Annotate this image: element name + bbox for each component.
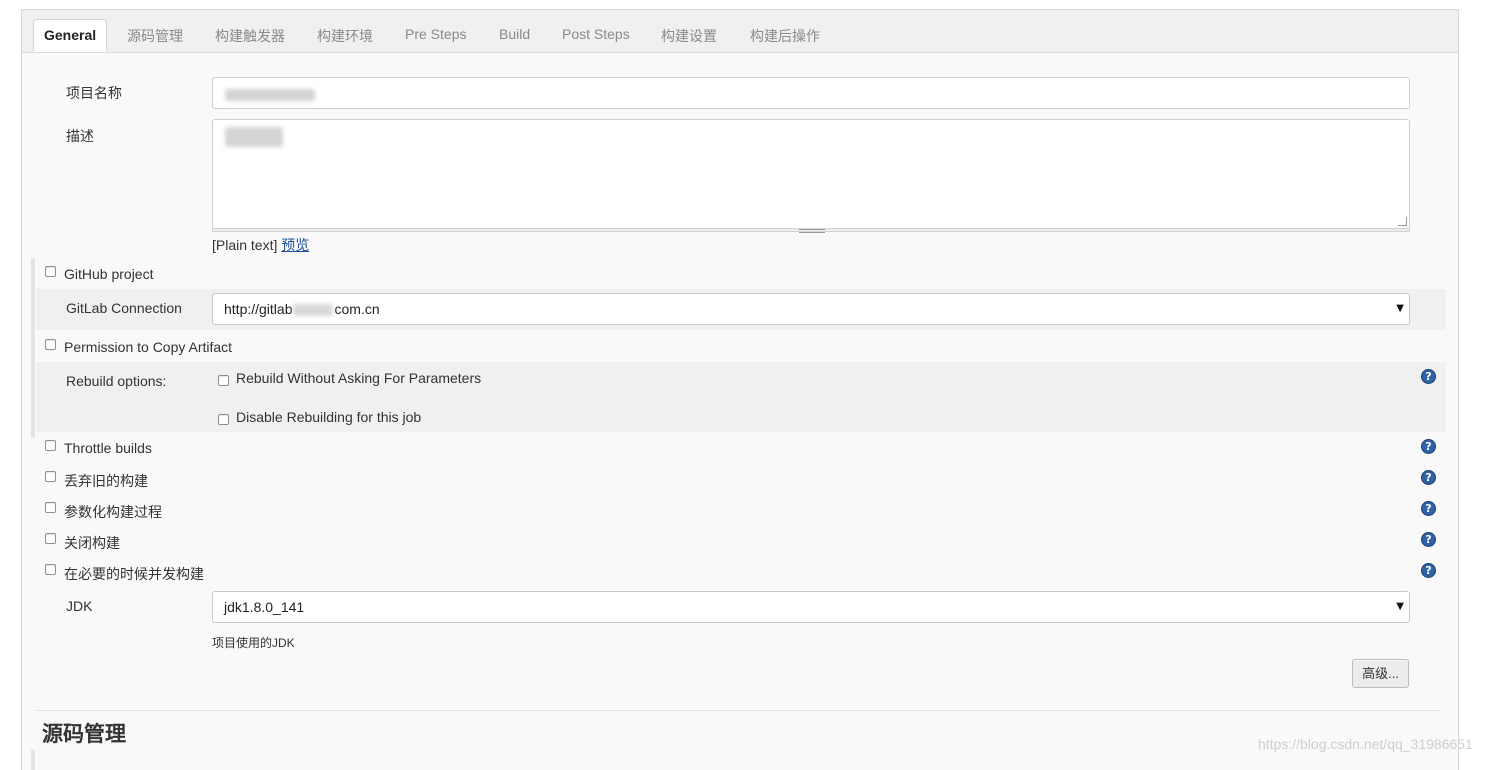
preview-link[interactable]: 预览 [281, 237, 309, 253]
description-label: 描述 [66, 128, 94, 144]
grip-icon [799, 229, 825, 233]
help-icon[interactable]: ? [1421, 563, 1436, 578]
disable-rebuilding-checkbox[interactable] [218, 414, 229, 425]
github-project-label: GitHub project [64, 266, 154, 282]
concurrent-builds-label: 在必要的时候并发构建 [64, 566, 204, 582]
discard-old-builds-checkbox[interactable] [45, 471, 56, 482]
jdk-select[interactable]: jdk1.8.0_141 ▼ [212, 591, 1410, 623]
project-name-input[interactable] [212, 77, 1410, 109]
chevron-down-icon: ▼ [1396, 601, 1404, 612]
permission-copy-artifact-checkbox[interactable] [45, 339, 56, 350]
disable-build-label: 关闭构建 [64, 535, 120, 551]
advanced-button[interactable]: 高级... [1352, 659, 1409, 688]
jdk-select-value: jdk1.8.0_141 [224, 599, 305, 615]
help-icon[interactable]: ? [1421, 470, 1436, 485]
help-icon[interactable]: ? [1421, 369, 1436, 384]
jdk-label: JDK [66, 598, 93, 614]
permission-copy-artifact-label: Permission to Copy Artifact [64, 339, 233, 355]
section-title-source-code-management: 源码管理 [42, 723, 126, 746]
gitlab-connection-value-prefix: http://gitlab [224, 301, 293, 317]
config-tab-bar: General 源码管理 构建触发器 构建环境 Pre Steps Build … [22, 10, 1458, 53]
disable-rebuilding-label: Disable Rebuilding for this job [236, 409, 422, 425]
throttle-builds-checkbox[interactable] [45, 440, 56, 451]
help-icon[interactable]: ? [1421, 532, 1436, 547]
throttle-builds-label: Throttle builds [64, 440, 152, 456]
tab-build-triggers[interactable]: 构建触发器 [215, 26, 285, 46]
help-icon[interactable]: ? [1421, 439, 1436, 454]
tab-build[interactable]: Build [499, 26, 530, 42]
section-indent-bar [31, 258, 35, 438]
disable-build-checkbox[interactable] [45, 533, 56, 544]
rebuild-options-label: Rebuild options: [66, 373, 167, 389]
project-name-label: 项目名称 [66, 85, 122, 101]
rebuild-without-asking-label: Rebuild Without Asking For Parameters [236, 370, 482, 386]
gitlab-connection-label: GitLab Connection [66, 300, 182, 316]
tab-post-build-actions[interactable]: 构建后操作 [750, 26, 820, 46]
tab-post-steps[interactable]: Post Steps [562, 26, 630, 42]
jdk-hint: 项目使用的JDK [212, 636, 295, 650]
description-textarea[interactable] [212, 119, 1410, 229]
tab-general[interactable]: General [33, 19, 108, 52]
textarea-resize-bar[interactable] [212, 228, 1410, 233]
description-format-line: [Plain text] 预览 [212, 235, 309, 255]
job-config-panel: General 源码管理 构建触发器 构建环境 Pre Steps Build … [21, 9, 1459, 770]
parameterized-build-label: 参数化构建过程 [64, 504, 162, 520]
discard-old-builds-label: 丢弃旧的构建 [64, 473, 148, 489]
redacted-text [225, 127, 283, 147]
section-divider [36, 710, 1441, 711]
tab-source-code-management[interactable]: 源码管理 [127, 26, 183, 46]
gitlab-connection-value-suffix: com.cn [334, 301, 380, 317]
tab-build-environment[interactable]: 构建环境 [317, 26, 373, 46]
section-indent-bar [31, 750, 35, 770]
redacted-text [225, 89, 315, 101]
plain-text-label: [Plain text] [212, 237, 278, 253]
gitlab-connection-select[interactable]: http://gitlab com.cn ▼ [212, 293, 1410, 325]
watermark: https://blog.csdn.net/qq_31986651 [1258, 736, 1473, 752]
concurrent-builds-checkbox[interactable] [45, 564, 56, 575]
help-icon[interactable]: ? [1421, 501, 1436, 516]
tab-build-settings[interactable]: 构建设置 [661, 26, 717, 46]
github-project-checkbox[interactable] [45, 266, 56, 277]
resize-handle-icon[interactable] [1398, 217, 1407, 226]
parameterized-build-checkbox[interactable] [45, 502, 56, 513]
rebuild-without-asking-checkbox[interactable] [218, 375, 229, 386]
tab-pre-steps[interactable]: Pre Steps [405, 26, 466, 42]
redacted-text [293, 304, 333, 316]
chevron-down-icon: ▼ [1396, 303, 1404, 314]
